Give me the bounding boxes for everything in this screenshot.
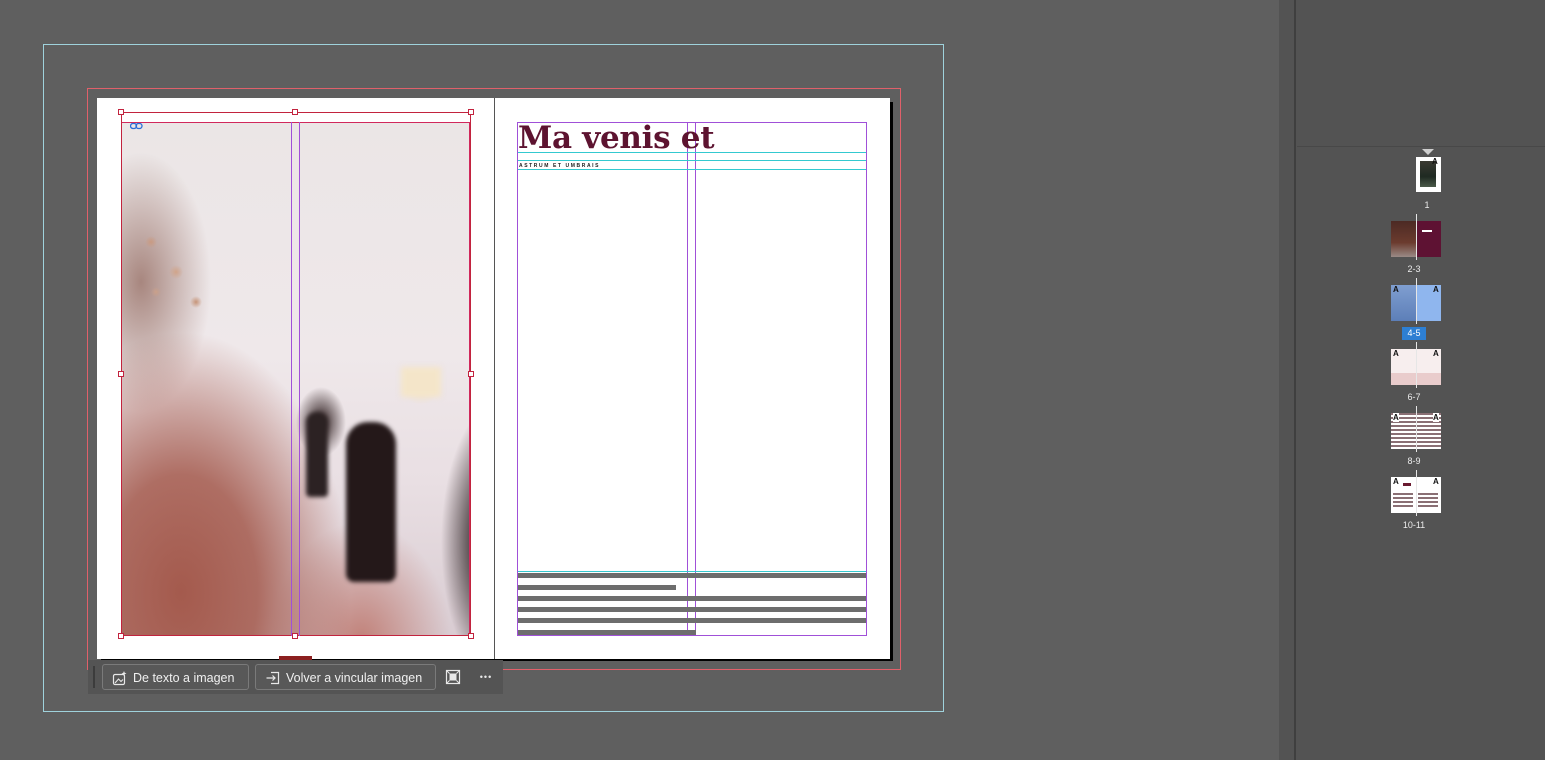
frame-fit-icon[interactable] [445,669,461,685]
first-page-marker-icon [1422,149,1434,155]
graphic-frame-selection[interactable] [121,112,471,636]
column-guide [299,122,300,636]
relink-icon [266,671,280,685]
page-thumb-image [1391,221,1416,257]
spread-spine [494,98,495,659]
page-number[interactable]: 1 [1407,200,1447,210]
resize-handle-top-left[interactable] [118,109,124,115]
text-line-placeholder [518,596,866,601]
resize-handle-bottom-right[interactable] [468,633,474,639]
relink-image-button[interactable]: Volver a vincular imagen [255,664,436,690]
spread-spine-marker [1416,342,1417,388]
subhead-text[interactable]: ASTRUM ET UMBRAIS [519,163,600,169]
baseline-guide [518,571,866,572]
task-bar-grip[interactable] [93,666,95,688]
spread-spine-marker [1416,470,1417,516]
page-number[interactable]: 10-11 [1394,520,1434,530]
spread-spine-marker [1416,406,1417,452]
margin-guide [517,122,867,636]
text-line-placeholder [518,573,866,578]
resize-handle-top-right[interactable] [468,109,474,115]
master-marker: A [1393,413,1399,422]
page-number-selected[interactable]: 4-5 [1402,327,1426,340]
panel-section-divider [1297,146,1545,147]
spread-spine-marker [1416,278,1417,324]
page-number[interactable]: 6-7 [1394,392,1434,402]
text-line-placeholder [518,585,676,590]
master-marker: A [1393,349,1399,358]
link-icon[interactable] [129,117,143,130]
relink-label: Volver a vincular imagen [286,671,423,685]
resize-handle-bottom[interactable] [292,633,298,639]
column-guide [291,122,292,636]
text-to-image-label: De texto a imagen [133,671,235,685]
master-marker: A [1433,413,1439,422]
master-marker: A [1393,477,1399,486]
panel-divider[interactable] [1294,0,1296,760]
page-thumb-text [1393,493,1413,509]
page-thumb-mark [1403,483,1411,486]
master-marker: A [1433,477,1439,486]
headline-text[interactable]: Ma venis et [518,120,715,156]
resize-handle-left[interactable] [118,371,124,377]
page-thumb-text [1418,493,1438,509]
resize-handle-top[interactable] [292,109,298,115]
text-line-placeholder [518,607,866,612]
master-marker: A [1433,285,1439,294]
master-marker: A [1393,285,1399,294]
text-to-image-button[interactable]: De texto a imagen [102,664,249,690]
resize-handle-bottom-left[interactable] [118,633,124,639]
page-thumb-image [1416,221,1441,257]
text-to-image-icon [112,671,127,686]
baseline-guide [518,160,866,161]
text-line-placeholder [518,618,866,623]
page-number[interactable]: 2-3 [1394,264,1434,274]
column-guide [687,122,688,636]
page-thumb-mark [1422,230,1432,232]
baseline-guide [518,169,866,170]
page-number[interactable]: 8-9 [1394,456,1434,466]
page-thumb-1[interactable]: A [1416,157,1441,192]
master-marker: A [1433,349,1439,358]
master-marker: A [1432,157,1438,166]
text-line-placeholder [518,630,696,635]
resize-handle-right[interactable] [468,371,474,377]
spread-spine-marker [1416,214,1417,260]
more-options-icon[interactable]: ••• [476,670,496,684]
column-guide [695,122,696,636]
